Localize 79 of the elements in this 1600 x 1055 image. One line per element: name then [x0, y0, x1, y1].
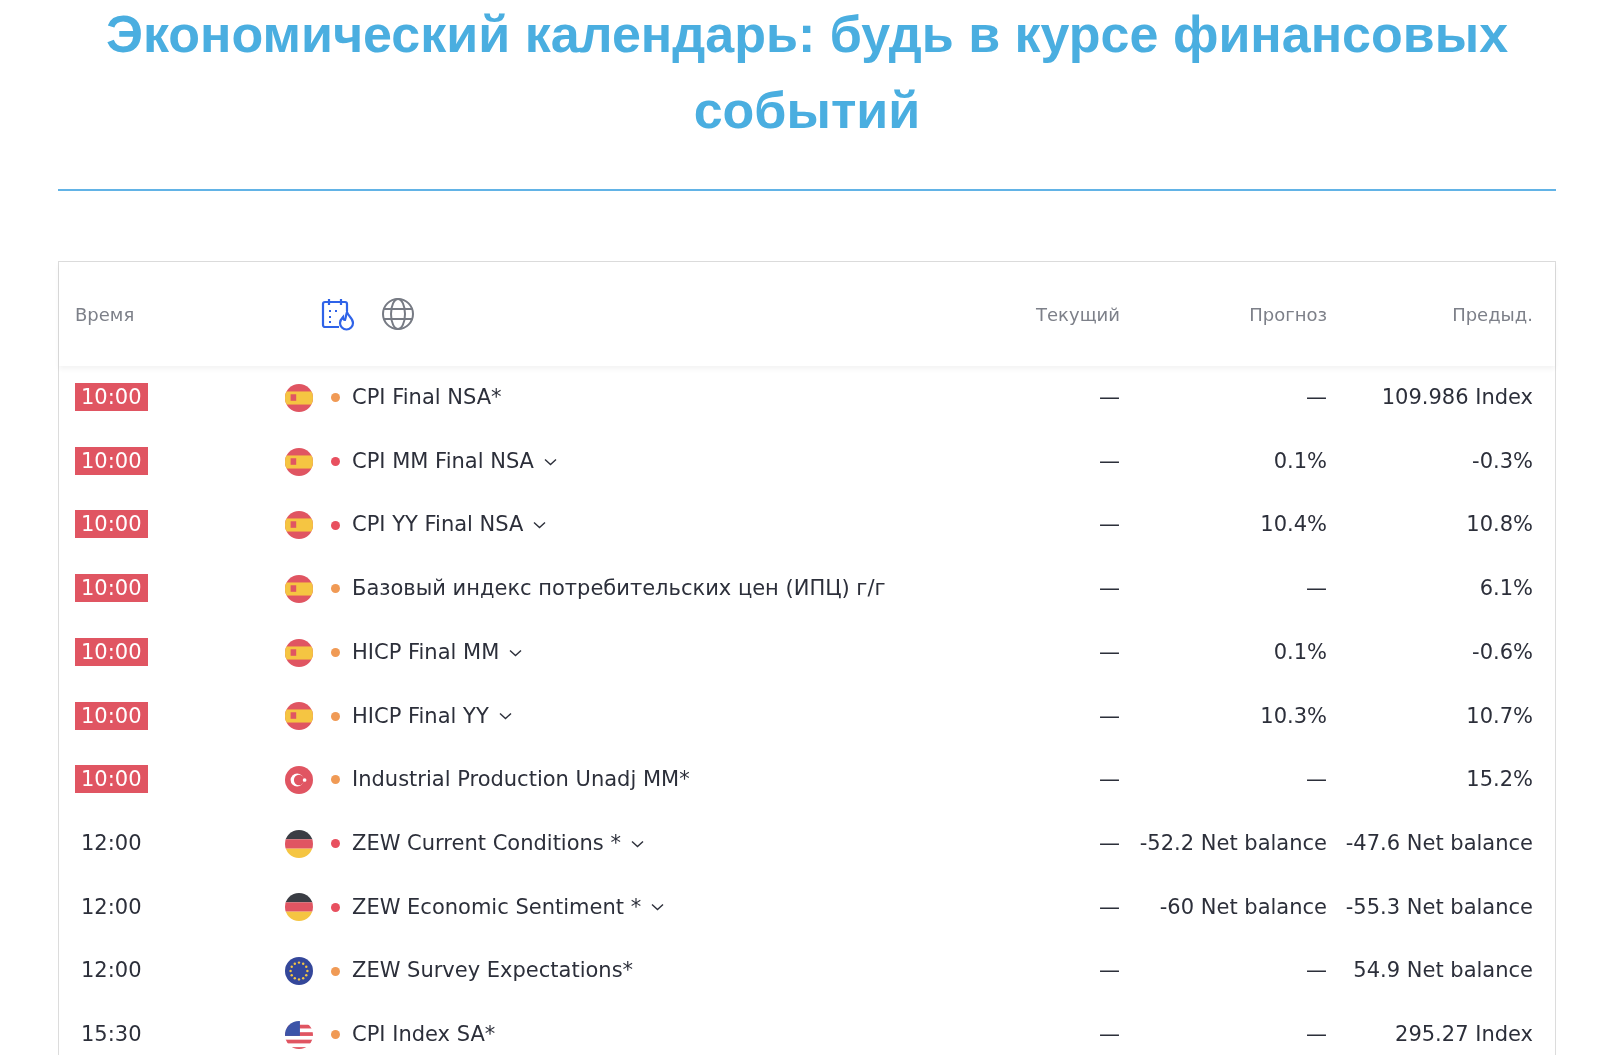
flag-icon [285, 765, 313, 794]
event-time: 12:00 [80, 829, 143, 857]
chevron-down-icon[interactable] [509, 648, 523, 657]
event-time: 10:00 [75, 765, 148, 794]
column-header: Предыд. [1451, 302, 1533, 327]
flag-icon [285, 702, 313, 731]
table-cell: — [1099, 830, 1120, 855]
event-time: 10:00 [75, 383, 148, 412]
event-time: 10:00 [75, 574, 148, 603]
table-cell: 10.8% [1466, 512, 1533, 537]
table-cell: — [1099, 767, 1120, 792]
table-cell: 10.4% [1260, 512, 1327, 537]
table-cell: 6.1% [1479, 576, 1533, 601]
chevron-down-icon[interactable] [498, 712, 512, 721]
event-name[interactable]: ZEW Current Conditions * [352, 827, 621, 860]
event-time: 10:00 [75, 701, 148, 730]
table-cell: — [1306, 1021, 1327, 1046]
page-title: Экономический календарь: будь в курсе финансовых событий [104, 4, 1510, 141]
table-cell: — [1306, 576, 1327, 601]
table-cell: -52.2 Net balance [1139, 830, 1327, 855]
table-cell: 0.1% [1273, 448, 1327, 473]
flag-icon [285, 1020, 313, 1049]
table-cell: — [1099, 576, 1120, 601]
flag-icon [285, 447, 313, 476]
table-cell: -0.3% [1472, 448, 1533, 473]
flag-icon [285, 638, 313, 667]
event-name[interactable]: HICP Final MM [352, 636, 500, 669]
table-cell: -47.6 Net balance [1345, 830, 1533, 855]
chevron-down-icon[interactable] [651, 903, 665, 912]
flag-icon [285, 383, 313, 412]
event-name: Industrial Production Unadj MM* [352, 766, 690, 794]
column-header: Время [74, 302, 136, 327]
table-cell: — [1099, 1021, 1120, 1046]
flag-icon [285, 893, 313, 922]
flag-icon [285, 511, 313, 540]
event-time: 10:00 [75, 637, 148, 666]
event-name: CPI Final NSA* [352, 384, 502, 412]
event-name[interactable]: HICP Final YY [352, 700, 489, 733]
table-cell: — [1099, 448, 1120, 473]
event-name[interactable]: CPI MM Final NSA [352, 445, 534, 478]
event-time: 10:00 [75, 510, 148, 539]
event-time: 10:00 [75, 446, 148, 475]
column-header: Текущий [1035, 302, 1120, 327]
chevron-down-icon[interactable] [544, 457, 557, 466]
table-cell: — [1306, 767, 1327, 792]
chevron-down-icon[interactable] [533, 521, 547, 530]
table-cell: -0.6% [1472, 639, 1533, 664]
flag-icon [285, 829, 313, 858]
table-cell: — [1099, 639, 1120, 664]
table-cell: — [1099, 894, 1120, 919]
table-cell: -55.3 Net balance [1345, 894, 1533, 919]
table-cell: -60 Net balance [1159, 894, 1327, 919]
event-name: CPI Index SA* [352, 1020, 496, 1048]
table-cell: 10.7% [1466, 703, 1533, 728]
table-cell: 295.27 Index [1395, 1021, 1533, 1046]
table-cell: — [1099, 512, 1120, 537]
calendar-flame-icon[interactable] [321, 297, 357, 331]
event-time: 12:00 [80, 957, 143, 985]
event-time: 15:30 [80, 1020, 143, 1048]
event-name[interactable]: ZEW Economic Sentiment * [352, 891, 642, 924]
table-cell: — [1099, 385, 1120, 410]
table-cell: 54.9 Net balance [1353, 958, 1533, 983]
table-cell: 0.1% [1273, 639, 1327, 664]
globe-icon[interactable] [381, 297, 415, 331]
column-header: Прогноз [1248, 302, 1327, 327]
flag-icon [285, 574, 313, 603]
table-cell: 109.986 Index [1381, 385, 1533, 410]
event-name: ZEW Survey Expectations* [352, 957, 634, 985]
table-cell: — [1306, 958, 1327, 983]
table-cell: — [1099, 958, 1120, 983]
table-cell: — [1099, 703, 1120, 728]
table-cell: 15.2% [1466, 767, 1533, 792]
chevron-down-icon[interactable] [631, 839, 644, 848]
event-name: Базовый индекс потребительских цен (ИПЦ) г/г [352, 575, 886, 603]
table-cell: — [1306, 385, 1327, 410]
flag-icon [285, 957, 313, 986]
event-time: 12:00 [80, 893, 143, 921]
table-cell: 10.3% [1260, 703, 1327, 728]
event-name[interactable]: CPI YY Final NSA [352, 509, 524, 541]
